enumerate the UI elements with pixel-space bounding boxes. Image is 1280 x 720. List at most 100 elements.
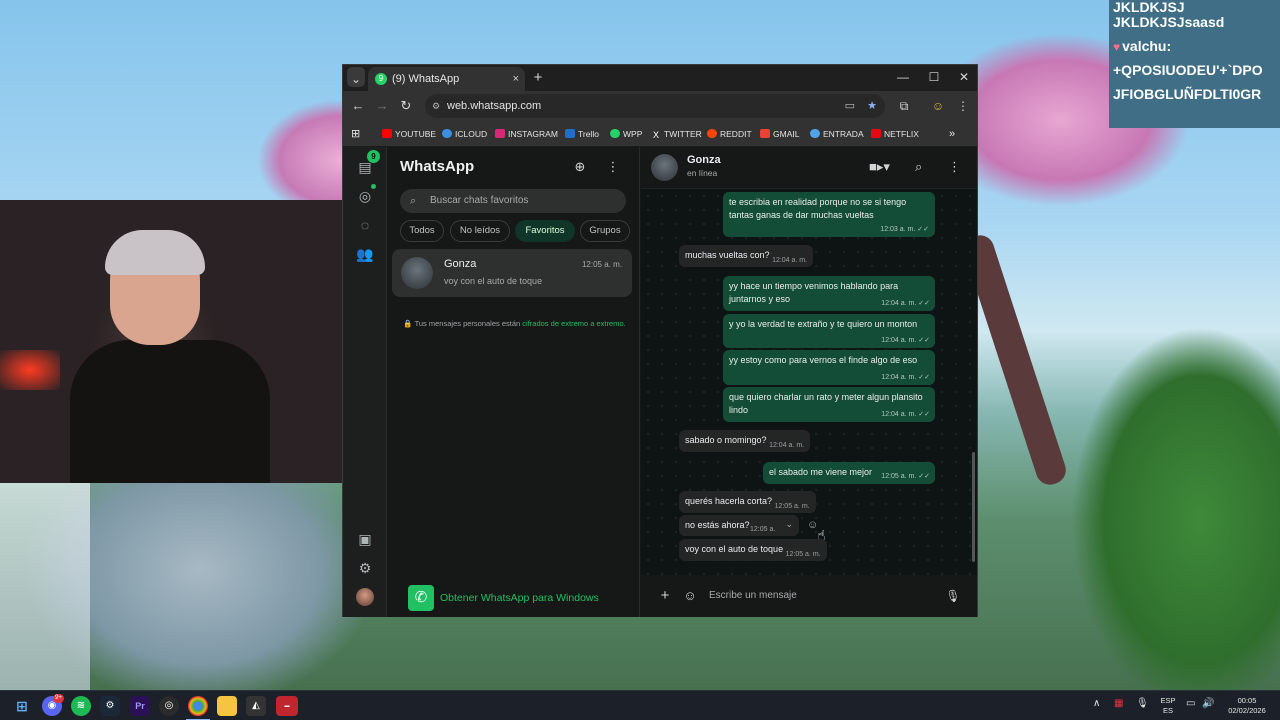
- obs-icon[interactable]: ◎: [159, 696, 179, 716]
- unread-badge: 9: [367, 150, 380, 163]
- microphone-icon[interactable]: 🎙: [1136, 699, 1149, 709]
- e2e-notice: 🔒 Tus mensajes personales están cifrados…: [402, 318, 627, 329]
- bookmark-instagram[interactable]: INSTAGRAM: [495, 121, 558, 147]
- bookmark-label: ICLOUD: [455, 129, 488, 139]
- chrome-icon[interactable]: [188, 696, 208, 716]
- message-incoming[interactable]: no estás ahora? 12:05 a. ⌄: [679, 515, 799, 536]
- filter-no-leidos[interactable]: No leídos: [450, 220, 510, 242]
- filter-favoritos[interactable]: Favoritos: [515, 220, 575, 242]
- list-menu-icon[interactable]: ⋮: [605, 155, 621, 179]
- tray-app-icon[interactable]: ▦: [1114, 699, 1123, 709]
- app-icon[interactable]: ◭: [246, 696, 266, 716]
- extensions-icon[interactable]: ⧉: [895, 94, 913, 118]
- chat-line: JKLDKJSJsaasd: [1113, 14, 1225, 30]
- message-incoming[interactable]: voy con el auto de toque 12:05 a. m.: [679, 539, 827, 561]
- icloud-icon: [442, 129, 452, 138]
- start-windows-icon[interactable]: ⊞: [12, 696, 32, 716]
- profile-icon[interactable]: ☺: [929, 94, 947, 118]
- spotify-icon[interactable]: ≋: [71, 696, 91, 716]
- tab-whatsapp[interactable]: 9 (9) WhatsApp ×: [368, 67, 525, 91]
- message-time: 12:04 a. m. ✓✓: [881, 374, 930, 381]
- maximize-button[interactable]: ☐: [923, 65, 945, 89]
- steam-icon[interactable]: ⚙: [100, 696, 120, 716]
- bookmark-label: REDDIT: [720, 129, 752, 139]
- search-icon: ⌕: [410, 195, 417, 207]
- message-outgoing[interactable]: yy hace un tiempo venimos hablando para …: [723, 276, 935, 311]
- url-input[interactable]: ⚙ web.whatsapp.com ▭ ★: [425, 94, 885, 118]
- message-outgoing[interactable]: y yo la verdad te extraño y te quiero un…: [723, 314, 935, 348]
- bookmark-twitter[interactable]: X TWITTER: [651, 121, 702, 147]
- install-app-icon[interactable]: ▭: [845, 94, 855, 118]
- network-icon[interactable]: ▭: [1186, 699, 1195, 709]
- profile-avatar[interactable]: [356, 588, 374, 606]
- bookmark-netflix[interactable]: NETFLIX: [871, 121, 919, 147]
- bookmark-reddit[interactable]: REDDIT: [707, 121, 752, 147]
- bookmark-label: WPP: [623, 129, 643, 139]
- message-input[interactable]: Escribe un mensaje: [709, 590, 797, 601]
- settings-gear-icon[interactable]: ⚙: [355, 558, 375, 578]
- tab-search-icon[interactable]: ⌄: [347, 67, 365, 87]
- conversation-scrollbar[interactable]: [972, 452, 975, 562]
- message-outgoing[interactable]: yy estoy como para vernos el finde algo …: [723, 350, 935, 385]
- apps-grid-icon[interactable]: ⊞: [351, 121, 360, 147]
- chat-menu-icon[interactable]: ⋮: [948, 159, 961, 175]
- bookmark-youtube[interactable]: YOUTUBE: [382, 121, 436, 147]
- message-incoming[interactable]: querés hacerla corta? 12:05 a. m.: [679, 491, 816, 513]
- tray-overflow-icon[interactable]: ∧: [1093, 699, 1100, 709]
- conversation-header[interactable]: Gonza en línea ■▸▾ ⌕ ⋮: [641, 147, 977, 189]
- chevron-down-icon[interactable]: ⌄: [785, 518, 793, 531]
- message-outgoing[interactable]: el sabado me viene mejor 12:05 a. m. ✓✓: [763, 462, 935, 484]
- close-tab-icon[interactable]: ×: [513, 67, 519, 91]
- status-dot: [371, 184, 376, 189]
- premiere-icon[interactable]: Pr: [130, 696, 150, 716]
- bookmark-trello[interactable]: Trello: [565, 121, 599, 147]
- e2e-link[interactable]: cifrados de extremo a extremo.: [522, 319, 625, 328]
- message-text: querés hacerla corta?: [685, 496, 773, 506]
- forward-icon[interactable]: →: [373, 94, 391, 118]
- search-icon[interactable]: ⌕: [915, 159, 922, 175]
- browser-menu-icon[interactable]: ⋮: [955, 94, 971, 118]
- more-bookmarks-icon[interactable]: »: [949, 121, 955, 147]
- bookmark-gmail[interactable]: GMAIL: [760, 121, 799, 147]
- twitter-x-icon: X: [652, 130, 659, 140]
- clock[interactable]: 00:05 02/02/2026: [1222, 696, 1272, 716]
- file-explorer-icon[interactable]: [217, 696, 237, 716]
- microphone-icon[interactable]: 🎙: [945, 584, 961, 608]
- chat-row-gonza[interactable]: Gonza 12:05 a. m. voy con el auto de toq…: [392, 249, 632, 297]
- filter-grupos[interactable]: Grupos: [580, 220, 630, 242]
- search-input[interactable]: ⌕ Buscar chats favoritos: [400, 189, 626, 213]
- message-incoming[interactable]: muchas vueltas con? 12:04 a. m.: [679, 245, 814, 267]
- whatsapp-logo-icon: ✆: [408, 585, 434, 612]
- filter-todos[interactable]: Todos: [400, 220, 444, 242]
- video-call-icon[interactable]: ■▸▾: [869, 159, 890, 175]
- site-info-icon[interactable]: ⚙: [432, 94, 440, 118]
- message-outgoing[interactable]: te escribia en realidad porque no se si …: [723, 192, 935, 237]
- reload-icon[interactable]: ↻: [397, 94, 415, 118]
- status-icon[interactable]: ◎: [355, 186, 375, 206]
- minimize-button[interactable]: —: [892, 65, 914, 89]
- media-icon[interactable]: ▣: [355, 529, 375, 549]
- close-window-button[interactable]: ✕: [953, 65, 975, 89]
- message-text: te escribia en realidad porque no se si …: [729, 197, 907, 220]
- message-time: 12:05 a. m.: [785, 551, 821, 558]
- communities-icon[interactable]: 👥: [355, 244, 375, 264]
- get-whatsapp-windows-link[interactable]: ✆ Obtener WhatsApp para Windows: [408, 585, 599, 612]
- message-incoming[interactable]: sabado o momingo? 12:04 a. m.: [679, 430, 811, 452]
- back-icon[interactable]: ←: [349, 94, 367, 118]
- whatsapp-title: WhatsApp: [400, 158, 475, 175]
- app-icon[interactable]: ▬: [276, 696, 298, 716]
- channels-icon[interactable]: ◌: [355, 215, 375, 235]
- webcam-light: [0, 350, 60, 390]
- new-tab-button[interactable]: +: [530, 66, 546, 90]
- bookmark-entrada[interactable]: ENTRADA: [810, 121, 864, 147]
- bookmark-icloud[interactable]: ICLOUD: [442, 121, 487, 147]
- attach-plus-icon[interactable]: +: [657, 584, 673, 608]
- message-outgoing[interactable]: que quiero charlar un rato y meter algun…: [723, 387, 935, 422]
- language-indicator[interactable]: ESP ES: [1158, 696, 1178, 716]
- volume-icon[interactable]: 🔊: [1202, 699, 1214, 709]
- contact-avatar[interactable]: [651, 154, 678, 181]
- bookmark-wpp[interactable]: WPP: [610, 121, 642, 147]
- bookmark-star-icon[interactable]: ★: [867, 94, 877, 118]
- sticker-emoji-icon[interactable]: ☺: [682, 584, 698, 608]
- new-chat-icon[interactable]: ⊕: [571, 155, 589, 179]
